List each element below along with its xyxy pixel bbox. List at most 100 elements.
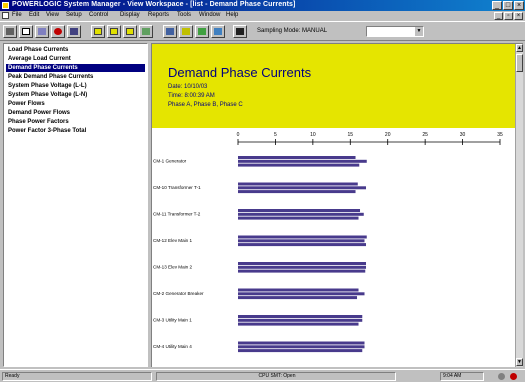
nav-item-system-phase-voltage-l-l[interactable]: System Phase Voltage (L-L) [6, 82, 145, 90]
category-label: CM-13 Elev Main 2 [153, 265, 193, 270]
network-icon [498, 373, 505, 380]
sampling-mode-value: MANUAL [302, 28, 328, 34]
bar [238, 239, 365, 243]
x-tick-label: 15 [348, 132, 354, 138]
bar [238, 243, 367, 247]
bar [238, 296, 358, 300]
grid-icon[interactable] [123, 25, 137, 38]
report-title: Demand Phase Currents [168, 65, 312, 80]
demand-currents-chart: 0 5 10 15 20 25 30 35 CM-1 Generator CM-10 Transf… [152, 128, 516, 367]
x-tick-label: 5 [274, 132, 277, 138]
bar [238, 288, 359, 292]
category-label: CM-3 Utility Main 1 [153, 318, 192, 323]
menu-display[interactable]: Display [120, 12, 140, 18]
app-icon[interactable] [2, 2, 9, 9]
bar [238, 209, 361, 212]
scroll-up-icon[interactable]: ▲ [516, 44, 523, 52]
bar [238, 262, 367, 265]
report-phases: Phase A, Phase B, Phase C [168, 102, 243, 108]
checklist-icon[interactable] [19, 25, 33, 38]
nav-item-demand-power-flows[interactable]: Demand Power Flows [6, 109, 145, 117]
x-tick-label: 0 [237, 132, 240, 138]
setup-icon[interactable] [35, 25, 49, 38]
nav-item-peak-demand-phase-currents[interactable]: Peak Demand Phase Currents [6, 73, 145, 81]
title-bar[interactable]: POWERLOGIC System Manager - View Workspa… [0, 0, 525, 11]
nav-item-system-phase-voltage-l-n[interactable]: System Phase Voltage (L-N) [6, 91, 145, 99]
menu-edit[interactable]: Edit [29, 12, 39, 18]
chart-svg: 0 5 10 15 20 25 30 35 CM-1 Generator CM-10 Transf… [153, 132, 503, 353]
status-clock: 9:04 AM [440, 372, 484, 381]
trend-icon[interactable] [179, 25, 193, 38]
menu-reports[interactable]: Reports [148, 12, 169, 18]
bar [238, 216, 359, 220]
histogram-icon[interactable] [163, 25, 177, 38]
x-tick-label: 35 [497, 132, 503, 138]
window-title: POWERLOGIC System Manager - View Workspa… [12, 1, 296, 8]
nav-item-load-phase-currents[interactable]: Load Phase Currents [6, 46, 145, 54]
category-label: CM-12 Elev Main 1 [153, 238, 193, 243]
bar [238, 269, 366, 273]
alarm-icon[interactable] [51, 25, 65, 38]
status-ready: Ready [2, 372, 152, 381]
menu-bar: File Edit View Setup Control Display Rep… [0, 11, 525, 21]
bar [238, 186, 367, 190]
bar [238, 292, 365, 296]
scroll-down-icon[interactable]: ▼ [516, 358, 523, 366]
x-tick-label: 20 [385, 132, 391, 138]
waveform-icon[interactable] [139, 25, 153, 38]
menu-control[interactable]: Control [89, 12, 108, 18]
bar [238, 159, 367, 163]
menu-view[interactable]: View [46, 12, 59, 18]
bar [238, 190, 356, 194]
nav-item-power-factor-3-phase-total[interactable]: Power Factor 3-Phase Total [6, 127, 145, 135]
minimize-button[interactable]: _ [492, 1, 502, 10]
x-tick-label: 10 [310, 132, 316, 138]
bar [238, 341, 365, 345]
nav-item-power-flows[interactable]: Power Flows [6, 100, 145, 108]
device-icon[interactable] [67, 25, 81, 38]
x-tick-label: 25 [422, 132, 428, 138]
menu-window[interactable]: Window [199, 12, 220, 18]
bar [238, 182, 358, 186]
bar [238, 315, 363, 318]
x-tick-label: 30 [460, 132, 466, 138]
bar [238, 322, 359, 326]
nav-item-demand-phase-currents[interactable]: Demand Phase Currents [6, 64, 145, 72]
category-label: CM-10 Transformer T-1 [153, 185, 201, 190]
bar [238, 163, 360, 167]
document-icon[interactable] [2, 12, 9, 19]
bar [238, 345, 365, 349]
print-icon[interactable] [3, 25, 17, 38]
chevron-down-icon[interactable]: ▼ [415, 27, 423, 36]
report-panel: Demand Phase Currents Date: 10/10/03 Tim… [151, 43, 523, 367]
nav-item-average-load-current[interactable]: Average Load Current [6, 55, 145, 63]
maximize-button[interactable]: □ [503, 1, 513, 10]
phasor-icon[interactable] [211, 25, 225, 38]
table-list-panel: Load Phase Currents Average Load Current D… [3, 43, 148, 367]
bar [238, 156, 356, 159]
meter-icon[interactable] [195, 25, 209, 38]
menu-tools[interactable]: Tools [177, 12, 191, 18]
report-time: Time: 8:00:39 AM [168, 93, 215, 99]
mdi-minimize-button[interactable]: _ [494, 12, 503, 20]
bar [238, 212, 364, 216]
category-label: CM-11 Transformer T-2 [153, 212, 201, 217]
device-select[interactable]: ▼ [366, 26, 424, 37]
bar [238, 318, 363, 322]
vertical-scrollbar[interactable]: ▲ ▼ [515, 44, 523, 367]
nav-item-phase-power-factors[interactable]: Phase Power Factors [6, 118, 145, 126]
mdi-close-button[interactable]: × [514, 12, 523, 20]
close-button[interactable]: × [514, 1, 524, 10]
mdi-restore-button[interactable]: ▫ [504, 12, 513, 20]
report-header: Demand Phase Currents Date: 10/10/03 Tim… [152, 44, 516, 128]
scroll-thumb[interactable] [516, 54, 523, 72]
table-icon[interactable] [91, 25, 105, 38]
bar-chart-icon[interactable] [107, 25, 121, 38]
menu-setup[interactable]: Setup [66, 12, 82, 18]
menu-file[interactable]: File [12, 12, 22, 18]
bar [238, 265, 367, 269]
stop-icon[interactable] [233, 25, 247, 38]
sampling-mode-label: Sampling Mode: MANUAL [257, 28, 327, 34]
menu-help[interactable]: Help [226, 12, 238, 18]
category-label: CM-1 Generator [153, 159, 187, 164]
